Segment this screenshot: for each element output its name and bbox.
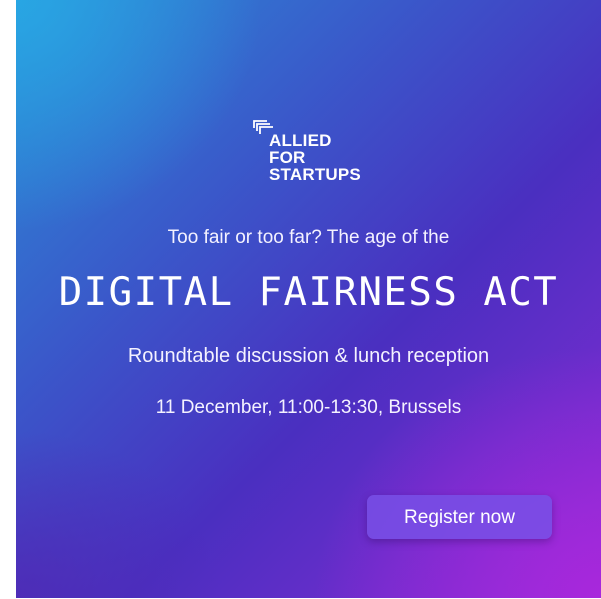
register-button[interactable]: Register now	[367, 495, 552, 539]
event-headline: DIGITAL FAIRNESS ACT	[58, 270, 559, 315]
logo-line-1: ALLIED	[269, 131, 332, 150]
logo-wordmark: ALLIED FOR STARTUPS	[269, 132, 361, 183]
allied-for-startups-logo: ALLIED FOR STARTUPS	[253, 118, 393, 190]
logo-line-3: STARTUPS	[269, 165, 361, 184]
event-tagline: Roundtable discussion & lunch reception	[127, 345, 490, 367]
event-banner: ALLIED FOR STARTUPS Too fair or too far?…	[16, 0, 601, 598]
event-date-location: 11 December, 11:00-13:30, Brussels	[155, 397, 462, 418]
event-subtitle: Too fair or too far? The age of the	[167, 227, 450, 248]
logo-line-2: FOR	[269, 148, 306, 167]
